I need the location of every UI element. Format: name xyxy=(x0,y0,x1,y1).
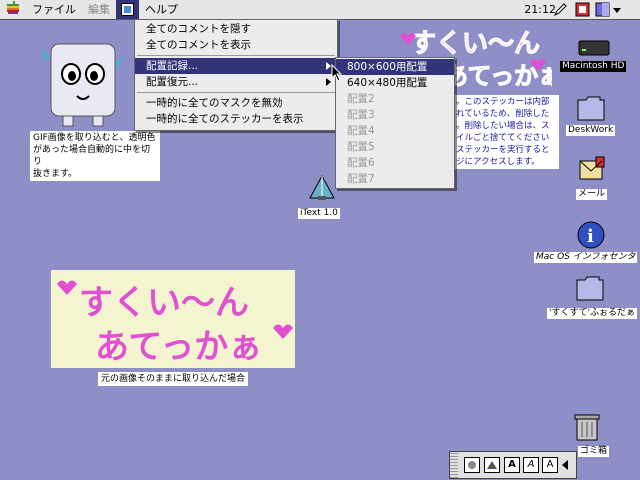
menu-item-hide-all-comments[interactable]: 全てのコメントを隠す xyxy=(135,21,337,37)
sticker-note-line: ジにアクセスします。 xyxy=(456,157,540,167)
menu-separator xyxy=(137,55,335,56)
mouse-cursor-icon xyxy=(331,64,343,82)
palette-text-button[interactable]: A xyxy=(523,457,539,473)
menu-sticker-app[interactable] xyxy=(116,0,139,19)
gif-note-line: があった場合自動的に中を切り xyxy=(33,145,151,167)
gif-note-line: 抜きます。 xyxy=(33,169,78,179)
menubar-clock[interactable]: 21:12 xyxy=(524,0,556,19)
menu-item-show-all-stickers[interactable]: 一時的に全てのステッカーを表示 xyxy=(135,111,337,127)
info-center-icon: i xyxy=(577,221,605,249)
palette-sticker-icon[interactable] xyxy=(464,457,480,473)
menu-item-label: 配置記録... xyxy=(146,60,199,72)
icon-label: Mac OS インフォセンタ xyxy=(534,252,638,263)
desktop-icon-mac-os-info-center[interactable]: i Mac OS インフォセンタ xyxy=(532,220,640,266)
submenu-item: 配置3 xyxy=(347,109,375,121)
folder-icon xyxy=(576,276,604,301)
submenu-item: 配置7 xyxy=(347,173,375,185)
palette-text-button[interactable]: A xyxy=(542,457,558,473)
sticker-note-line: イルごと捨ててください xyxy=(456,133,550,143)
menu-item-disable-masks[interactable]: 一時的に全てのマスクを無効 xyxy=(135,95,337,111)
mail-icon xyxy=(579,156,605,180)
original-caption[interactable]: 元の画像そのままに取り込んだ場合 xyxy=(98,372,249,386)
menu-file[interactable]: ファイル xyxy=(26,0,82,19)
submenu-item[interactable]: 640×480用配置 xyxy=(336,75,454,91)
icon-label: iText 1.0 xyxy=(298,208,340,219)
application-switcher-icon[interactable] xyxy=(575,2,590,17)
finder-icon[interactable] xyxy=(595,2,623,17)
apple-menu[interactable] xyxy=(0,0,26,19)
trash-icon xyxy=(574,414,600,441)
icon-label: DeskWork xyxy=(566,125,616,136)
itext-app-icon xyxy=(309,174,335,200)
menu-edit[interactable]: 編集 xyxy=(82,0,116,19)
sticker-menu: 全てのコメントを隠す 全てのコメントを表示 配置記録... 配置復元... 一時… xyxy=(134,19,338,131)
gif-note[interactable]: GIF画像を取り込むと、透明色 があった場合自動的に中を切り 抜きます。 xyxy=(30,131,160,181)
submenu-item: 配置5 xyxy=(347,141,375,153)
desktop-icon-suku-folder[interactable]: 'すくすて'ふぉるだぁ xyxy=(545,274,640,324)
palette-image-icon[interactable] xyxy=(484,457,500,473)
menu-item-label: 配置復元... xyxy=(146,76,199,88)
menu-item-restore-layout[interactable]: 配置復元... xyxy=(135,74,337,90)
icon-label: ゴミ箱 xyxy=(578,446,610,457)
desktop-icon-macintosh-hd[interactable]: Macintosh HD xyxy=(556,38,640,74)
palette-drag-bar[interactable] xyxy=(450,452,458,478)
icon-label: メール xyxy=(576,189,608,200)
original-sticker-line1: すくい〜ん xyxy=(79,283,249,323)
apple-icon xyxy=(7,1,19,14)
submenu-item: 配置2 xyxy=(347,93,375,105)
original-sticker-line2: あてっかぁ xyxy=(95,327,262,367)
menu-item-save-layout[interactable]: 配置記録... xyxy=(135,58,337,74)
submenu-item[interactable]: 800×600用配置 xyxy=(336,59,454,75)
sticker-note[interactable]: 。このステッカーは内部 れているため、削除した 。削除したい場合は、ス イルごと… xyxy=(453,95,559,169)
menu-bar: ファイル 編集 ヘルプ 21:12 xyxy=(0,0,640,20)
palette-collapse-arrow-icon[interactable] xyxy=(562,460,568,470)
sticker-note-line: 。このステッカーは内部 xyxy=(456,97,550,107)
mascot-character-image xyxy=(41,43,125,127)
layout-submenu: 800×600用配置 640×480用配置 配置2 配置3 配置4 配置5 配置… xyxy=(335,57,455,189)
menu-separator xyxy=(137,92,335,93)
sticker-palette: A A A xyxy=(449,451,577,479)
submenu-item: 配置4 xyxy=(347,125,375,137)
menu-item-show-all-comments[interactable]: 全てのコメントを表示 xyxy=(135,37,337,53)
hard-disk-icon xyxy=(578,40,610,56)
sukui-original-image: すくい〜ん あてっかぁ xyxy=(57,280,293,367)
original-image-sticker[interactable]: すくい〜ん あてっかぁ xyxy=(51,270,295,368)
svg-text:i: i xyxy=(587,226,594,247)
sticker-note-line: 。削除したい場合は、ス xyxy=(456,121,550,131)
sticker-app-icon xyxy=(121,3,134,16)
sticker-note-line: れているため、削除した xyxy=(456,109,550,119)
icon-label: 'すくすて'ふぉるだぁ xyxy=(547,308,638,319)
palette-text-button[interactable]: A xyxy=(504,457,520,473)
desktop-icon-deskwork[interactable]: DeskWork xyxy=(562,94,622,138)
submenu-item: 配置6 xyxy=(347,157,375,169)
folder-icon xyxy=(577,96,605,121)
gif-note-line: GIF画像を取り込むと、透明色 xyxy=(33,133,156,143)
icon-label: Macintosh HD xyxy=(560,61,627,72)
pencil-icon[interactable] xyxy=(553,2,568,17)
menu-help[interactable]: ヘルプ xyxy=(139,0,184,19)
mascot-sticker[interactable] xyxy=(33,38,133,130)
sticker-note-line: ステッカーを実行すると xyxy=(456,145,550,155)
desktop-icon-mail[interactable]: メール xyxy=(572,155,616,203)
sticker-logo-line1: すくい〜ん xyxy=(410,29,540,59)
